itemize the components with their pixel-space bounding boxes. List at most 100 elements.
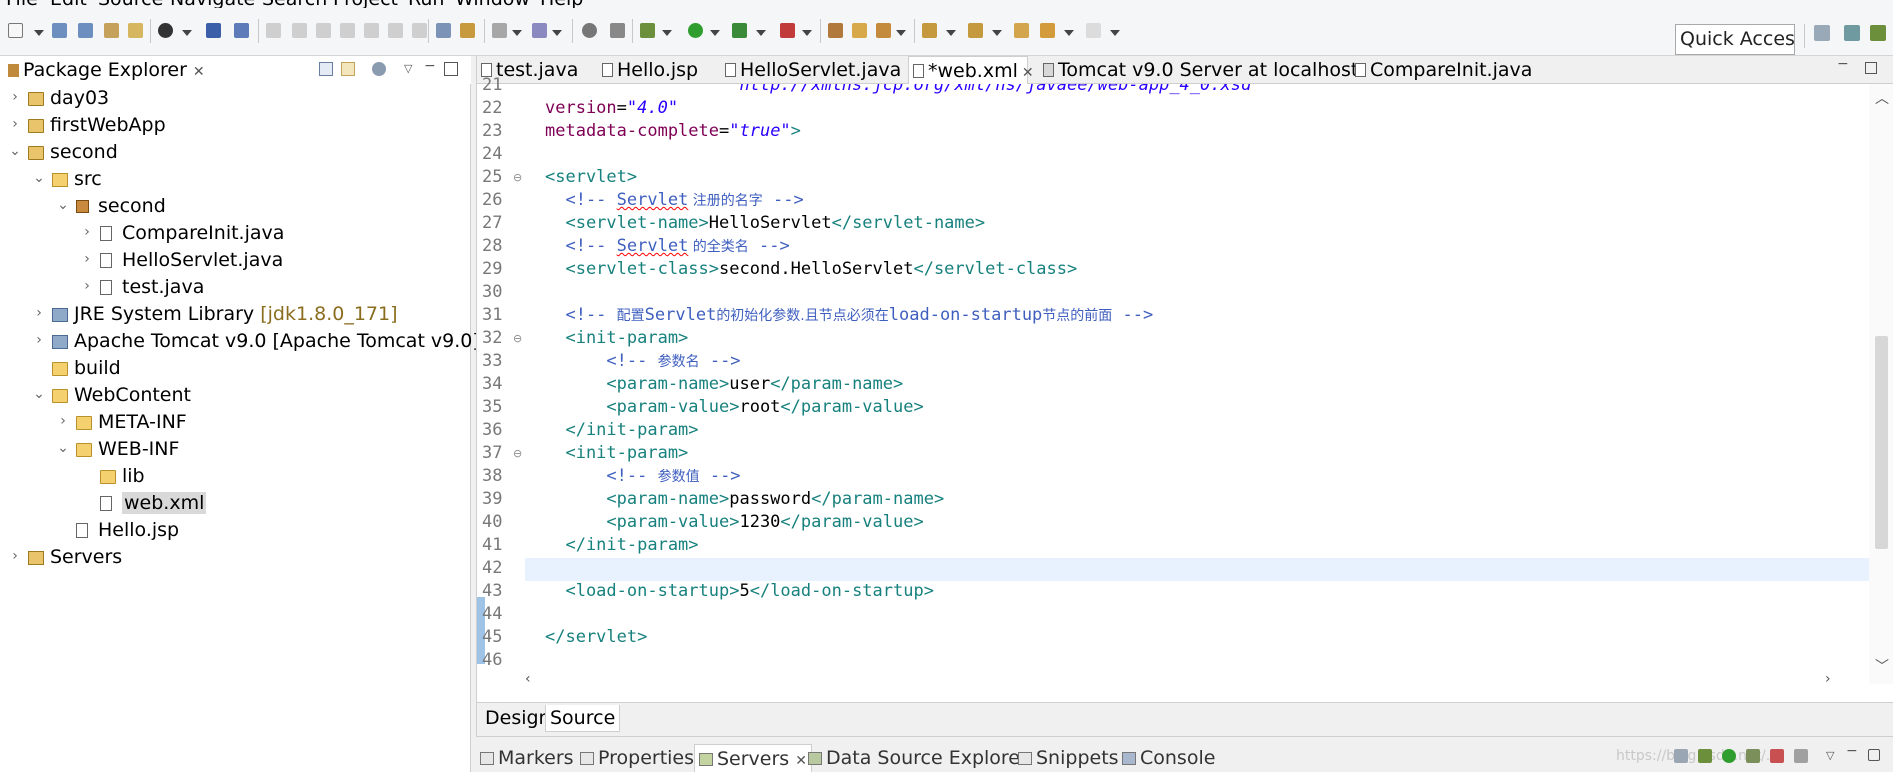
code-line[interactable]: http://xmlns.jcp.org/xml/ns/javaee/web-a… [525, 84, 1869, 98]
tab-properties[interactable]: Properties [580, 747, 694, 769]
code-line[interactable]: <servlet> [525, 167, 1869, 190]
collapse-chevron-icon[interactable]: › [32, 305, 46, 321]
view-menu-icon[interactable]: ▽ [404, 62, 418, 76]
publish-dropdown-icon[interactable] [552, 30, 562, 36]
open-type-icon[interactable] [852, 23, 867, 38]
tab-markers[interactable]: Markers [480, 747, 574, 769]
coverage-dropdown-icon[interactable] [756, 30, 766, 36]
collapse-chevron-icon[interactable]: › [80, 251, 94, 267]
code-line[interactable] [525, 144, 1869, 167]
start-server-icon[interactable] [1722, 749, 1736, 763]
scrollbar-thumb[interactable] [1875, 336, 1888, 549]
collapse-chevron-icon[interactable]: › [8, 548, 22, 564]
collapse-chevron-icon[interactable]: › [32, 332, 46, 348]
minimize-icon[interactable]: − [1837, 56, 1849, 72]
tree-item[interactable]: ⌄ second [0, 194, 471, 221]
tree-item[interactable]: Hello.jsp [0, 518, 471, 545]
maximize-icon[interactable] [1868, 749, 1880, 761]
terminal-icon[interactable] [206, 23, 221, 38]
new-dropdown-icon[interactable] [34, 30, 44, 36]
external-tools-dropdown-icon[interactable] [802, 30, 812, 36]
debug-server-icon[interactable] [1698, 749, 1712, 763]
code-line[interactable]: <servlet-class>second.HelloServlet</serv… [525, 259, 1869, 282]
run-icon[interactable] [688, 23, 703, 38]
code-line[interactable]: <servlet-name>HelloServlet</servlet-name… [525, 213, 1869, 236]
open-perspective-icon[interactable] [1814, 25, 1830, 41]
code-line[interactable]: <!-- Servlet 的全类名 --> [525, 236, 1869, 259]
editor-tab-hello-jsp[interactable]: Hello.jsp [602, 56, 698, 84]
code-line[interactable]: version="4.0" [525, 98, 1869, 121]
tree-item[interactable]: lib [0, 464, 471, 491]
debug-dropdown-icon[interactable] [662, 30, 672, 36]
tab-data-source-explorer[interactable]: Data Source Explorer [808, 747, 1028, 769]
coverage-icon[interactable] [732, 23, 747, 38]
tree-item[interactable]: › Servers [0, 545, 471, 572]
view-menu-icon[interactable]: ▽ [1826, 749, 1840, 763]
collapse-all-icon[interactable] [319, 62, 333, 76]
skip-dropdown-icon[interactable] [182, 30, 192, 36]
tree-item[interactable]: › CompareInit.java [0, 221, 471, 248]
code-line[interactable] [525, 282, 1869, 305]
word-wrap-icon[interactable] [460, 23, 475, 38]
java-ee-perspective-icon[interactable] [1844, 25, 1860, 41]
code-line[interactable]: <param-name>user</param-name> [525, 374, 1869, 397]
code-line[interactable]: </servlet> [525, 627, 1869, 650]
vertical-scrollbar[interactable]: ︿ ﹀ [1869, 84, 1893, 684]
expand-chevron-icon[interactable]: ⌄ [8, 143, 22, 159]
publish-icon[interactable] [532, 23, 547, 38]
tree-item[interactable]: build [0, 356, 471, 383]
tree-item[interactable]: › day03 [0, 86, 471, 113]
next-annotation-dropdown-icon[interactable] [946, 30, 956, 36]
code-line[interactable]: <param-value>1230</param-value> [525, 512, 1869, 535]
print-icon[interactable] [104, 23, 119, 38]
close-icon[interactable]: ✕ [795, 753, 807, 769]
code-line[interactable]: <!-- 参数名 --> [525, 351, 1869, 374]
code-line[interactable]: </init-param> [525, 420, 1869, 443]
expand-chevron-icon[interactable]: ⌄ [56, 197, 70, 213]
save-all-icon[interactable] [78, 23, 93, 38]
package-explorer-tab[interactable]: Package Explorer ✕ [0, 56, 205, 84]
minimize-icon[interactable]: − [424, 58, 438, 74]
expand-chevron-icon[interactable]: ⌄ [32, 170, 46, 186]
tree-item[interactable]: ⌄ second [0, 140, 471, 167]
scroll-right-icon[interactable]: › [1825, 671, 1831, 687]
tree-item[interactable]: ⌄ src [0, 167, 471, 194]
tree-item[interactable]: › test.java [0, 275, 471, 302]
code-line[interactable]: <!-- 参数值 --> [525, 466, 1869, 489]
tree-item[interactable]: ⌄ WEB-INF [0, 437, 471, 464]
code-line[interactable] [525, 604, 1869, 627]
code-line[interactable]: <load-on-startup>5</load-on-startup> [525, 581, 1869, 604]
code-line[interactable] [525, 650, 1869, 673]
save-icon[interactable] [52, 23, 67, 38]
prev-annotation-dropdown-icon[interactable] [992, 30, 1002, 36]
next-annotation-icon[interactable] [922, 23, 937, 38]
publish-server-icon[interactable] [1794, 749, 1808, 763]
back-icon[interactable] [1040, 23, 1055, 38]
collapse-chevron-icon[interactable]: › [8, 89, 22, 105]
link-with-editor-icon[interactable] [341, 62, 355, 76]
tree-item[interactable]: web.xml [0, 491, 471, 518]
tab-console[interactable]: Console [1122, 747, 1215, 769]
expand-chevron-icon[interactable]: ⌄ [32, 386, 46, 402]
editor-tab-tomcat-server[interactable]: Tomcat v9.0 Server at localhost [1043, 56, 1358, 84]
tab-source[interactable]: Source [545, 705, 621, 732]
horizontal-scrollbar[interactable]: ‹ › [525, 671, 1869, 693]
collapse-chevron-icon[interactable]: › [56, 413, 70, 429]
expand-chevron-icon[interactable]: ⌄ [56, 440, 70, 456]
code-line[interactable]: <!-- 配置Servlet的初始化参数.且节点必须在load-on-start… [525, 305, 1869, 328]
new-java-package-icon[interactable] [828, 23, 843, 38]
new-server-icon[interactable] [492, 23, 507, 38]
tree-item[interactable]: › firstWebApp [0, 113, 471, 140]
fold-toggle-icon[interactable]: ⊖ [513, 332, 522, 345]
debug-perspective-icon[interactable] [1870, 25, 1886, 41]
collapse-chevron-icon[interactable]: › [8, 116, 22, 132]
new-server-icon[interactable] [1674, 749, 1688, 763]
minimize-icon[interactable]: − [1846, 743, 1860, 759]
tree-item[interactable]: ⌄ WebContent [0, 383, 471, 410]
code-line[interactable]: </init-param> [525, 535, 1869, 558]
focus-icon[interactable] [372, 62, 386, 76]
web-service-icon[interactable] [610, 23, 625, 38]
open-task-list-icon[interactable] [876, 23, 891, 38]
skip-breakpoints-icon[interactable] [158, 23, 173, 38]
collapse-chevron-icon[interactable]: › [80, 278, 94, 294]
